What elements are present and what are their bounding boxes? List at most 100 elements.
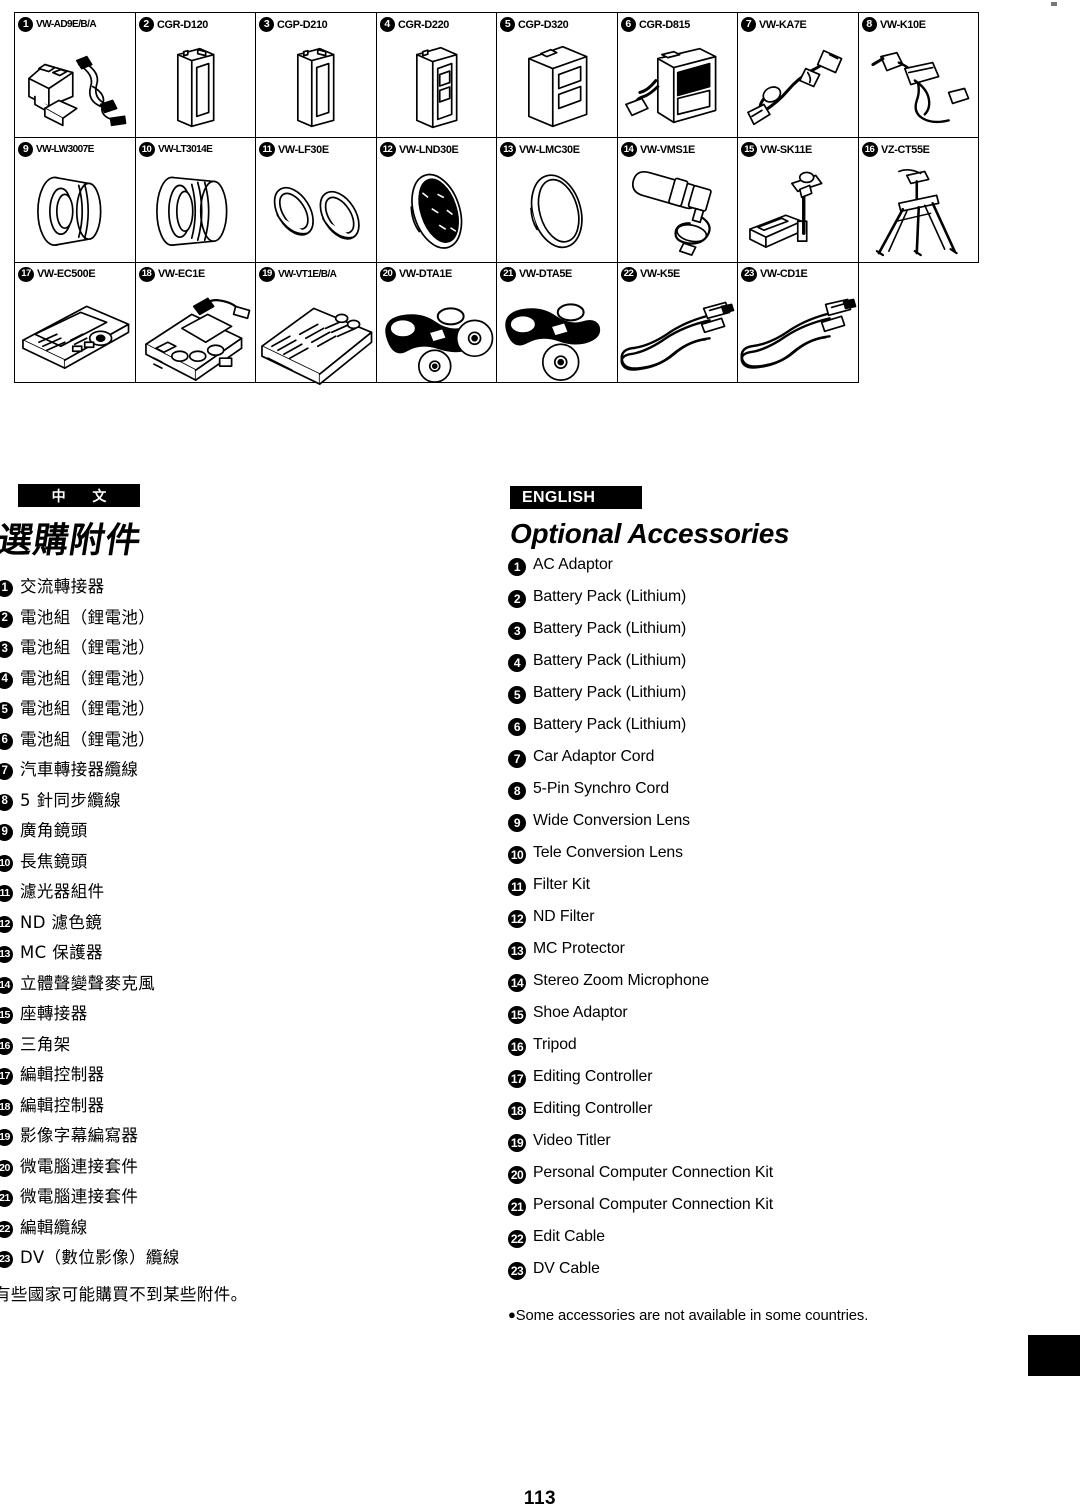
list-item: 5 Battery Pack (Lithium) [508,684,978,716]
accessory-number-badge: 22 [620,266,637,282]
battery-slim-illustration [136,33,256,140]
list-item-label: Battery Pack (Lithium) [533,684,687,701]
list-item-label: Wide Conversion Lens [533,812,690,829]
list-item: 20 微電腦連接套件 [0,1157,326,1189]
list-item: 20 Personal Computer Connection Kit [508,1164,978,1196]
accessory-cell-header: 12 VW-LND30E [377,138,497,158]
accessory-cell-empty [858,261,979,383]
list-item-number-badge: 5 [508,686,526,704]
accessory-number-badge: 21 [500,266,516,282]
list-item-number-badge: 21 [0,1190,13,1207]
list-item-label: 廣角鏡頭 [20,821,88,840]
accessory-cell-header: 9 VW-LW3007E [15,138,135,158]
list-item-number-badge: 14 [508,974,526,992]
accessory-cell: 14 VW-VMS1E [616,137,738,263]
accessory-number-badge: 19 [259,266,275,282]
accessory-model-code: CGR-D815 [638,18,690,31]
accessory-model-code: VZ-CT55E [880,143,930,156]
list-item: 14 立體聲變聲麥克風 [0,973,326,1006]
list-item-label: 編輯控制器 [20,1095,105,1115]
list-item-number-badge: 5 [0,702,13,719]
accessory-table-row: 9 VW-LW3007E 10 VW-LT3014E 11 VW-LF30E 12 VW… [14,137,979,265]
language-band-chinese: 中 文 [18,484,140,507]
accessory-cell: 12 VW-LND30E [375,137,497,265]
list-item-number-badge: 20 [0,1159,13,1177]
accessory-number-badge: 17 [18,266,34,282]
accessory-model-code: CGR-D220 [397,18,449,31]
list-item-label: Editing Controller [533,1100,653,1117]
list-item-number-badge: 11 [508,878,526,896]
list-item-label: 電池組（鋰電池） [20,607,156,627]
list-item: 9 Wide Conversion Lens [508,812,978,844]
accessory-number-badge: 12 [379,142,396,157]
accessory-model-code: VW-KA7E [759,18,807,31]
list-item: 8 5 針同步纜線 [0,791,326,823]
accessory-cell-header: 18 VW-EC1E [136,263,256,283]
list-item-number-badge: 1 [0,580,13,597]
list-item-number-badge: 6 [508,718,526,736]
accessory-cell-header: 2 CGR-D120 [136,13,256,33]
accessory-cell: 20 VW-DTA1E [375,261,497,384]
list-item: 1 交流轉接器 [0,577,326,609]
list-item: 18 Editing Controller [508,1100,978,1132]
list-item: 9 廣角鏡頭 [0,821,326,853]
accessory-cell-header: 1 VW-AD9E/B/A [15,13,135,33]
list-item-label: Battery Pack (Lithium) [533,620,687,637]
accessory-cell-header: 20 VW-DTA1E [377,263,497,283]
list-item-number-badge: 13 [0,946,13,963]
accessory-number-badge: 10 [138,142,155,157]
list-item-number-badge: 16 [0,1037,13,1055]
list-item-label: Personal Computer Connection Kit [533,1196,774,1213]
accessory-model-code: VW-K5E [639,268,680,281]
list-item: 3 電池組（鋰電池） [0,638,326,670]
list-item-label: AC Adaptor [533,556,613,573]
list-item: 21 微電腦連接套件 [0,1187,326,1219]
list-item-label: MC 保護器 [20,943,103,962]
accessory-list-chinese: 1 交流轉接器 2 電池組（鋰電池） 3 電池組（鋰電池） 4 電池組（鋰電池） 5 電池組（鋰電… [0,577,326,1280]
accessory-cell: 4 CGR-D220 [375,12,497,138]
list-item: 10 長焦鏡頭 [0,852,326,884]
accessory-number-badge: 11 [259,142,275,157]
edge-thumb-tab [1028,1335,1080,1376]
editing-controller-b-illustration [136,283,256,386]
synchro-cord-illustration [859,33,979,140]
list-item: 22 編輯纜線 [0,1218,326,1250]
list-item-number-badge: 12 [0,915,13,933]
list-item-label: 座轉接器 [20,1004,88,1023]
ac-adaptor-illustration [15,33,135,140]
list-item-number-badge: 16 [508,1038,526,1056]
accessory-number-badge: 20 [379,266,396,282]
accessory-cell: 8 VW-K10E [857,12,979,140]
accessory-number-badge: 23 [741,266,757,282]
list-item-label: Video Titler [533,1132,611,1149]
nd-filter-illustration [377,158,497,265]
accessory-table-row: 1 VW-AD9E/B/A 2 CGR-D120 3 CGP-D210 4 CG… [14,12,979,140]
accessory-cell: 16 VZ-CT55E [857,137,979,263]
list-item-label: 影像字幕編寫器 [20,1126,139,1145]
accessory-number-badge: 16 [861,142,878,157]
accessory-cell-header: 19 VW-VT1E/B/A [256,263,376,283]
list-item-label: Battery Pack (Lithium) [533,716,687,733]
accessory-cell: 7 VW-KA7E [737,12,859,138]
accessory-cell-header: 10 VW-LT3014E [136,138,256,158]
list-item-label: 立體聲變聲麥克風 [20,973,156,993]
accessory-cell-header: 14 VW-VMS1E [618,138,738,158]
bullet-icon: ● [508,1307,516,1322]
list-item-label: 濾光器組件 [20,882,105,901]
wide-lens-illustration [15,158,135,265]
accessory-cell: 11 VW-LF30E [255,137,377,263]
list-item-number-badge: 15 [0,1007,13,1024]
list-item-number-badge: 11 [0,885,13,902]
list-item: 13 MC Protector [508,940,978,972]
list-item-number-badge: 2 [508,590,526,608]
list-item: 4 Battery Pack (Lithium) [508,652,978,684]
list-item-label: Editing Controller [533,1068,653,1085]
list-item-label: 編輯控制器 [20,1065,105,1084]
list-item-number-badge: 22 [508,1230,526,1248]
language-band-english: ENGLISH [510,486,642,509]
accessory-number-badge: 1 [18,17,33,32]
accessory-number-badge: 2 [138,17,154,32]
list-item-label: Battery Pack (Lithium) [533,588,687,605]
list-item: 6 電池組（鋰電池） [0,730,326,762]
availability-note-english: ●Some accessories are not available in s… [508,1307,868,1324]
